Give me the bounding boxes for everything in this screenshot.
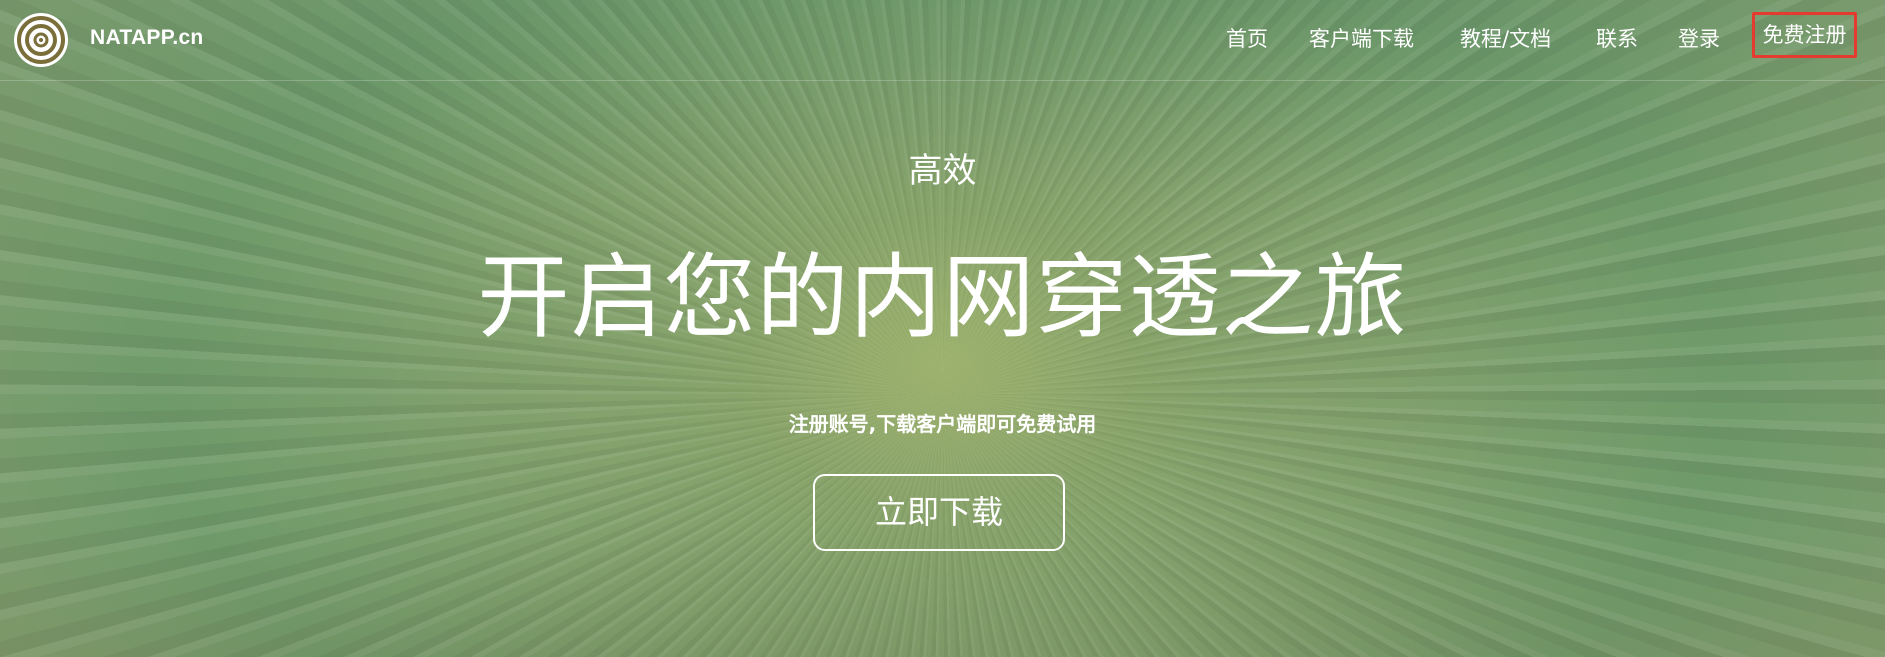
nav-client-download[interactable]: 客户端下载 (1309, 24, 1414, 54)
hero-subtitle: 高效 (908, 151, 977, 191)
nav-register-button[interactable]: 免费注册 (1752, 12, 1857, 58)
logo-icon[interactable] (13, 12, 69, 68)
brand-name[interactable]: NATAPP.cn (90, 26, 204, 50)
hero-headline: 开启您的内网穿透之旅 (477, 244, 1408, 351)
hero-tagline: 注册账号,下载客户端即可免费试用 (788, 412, 1097, 436)
top-navbar: NATAPP.cn 首页 客户端下载 教程/文档 联系 登录 免费注册 (0, 0, 1885, 81)
nav-home[interactable]: 首页 (1226, 24, 1268, 54)
download-button[interactable]: 立即下载 (813, 474, 1065, 551)
nav-contact[interactable]: 联系 (1596, 24, 1638, 54)
nav-docs[interactable]: 教程/文档 (1460, 24, 1551, 54)
nav-login[interactable]: 登录 (1678, 24, 1720, 54)
hero-section: NATAPP.cn 首页 客户端下载 教程/文档 联系 登录 免费注册 高效 开… (0, 0, 1885, 657)
